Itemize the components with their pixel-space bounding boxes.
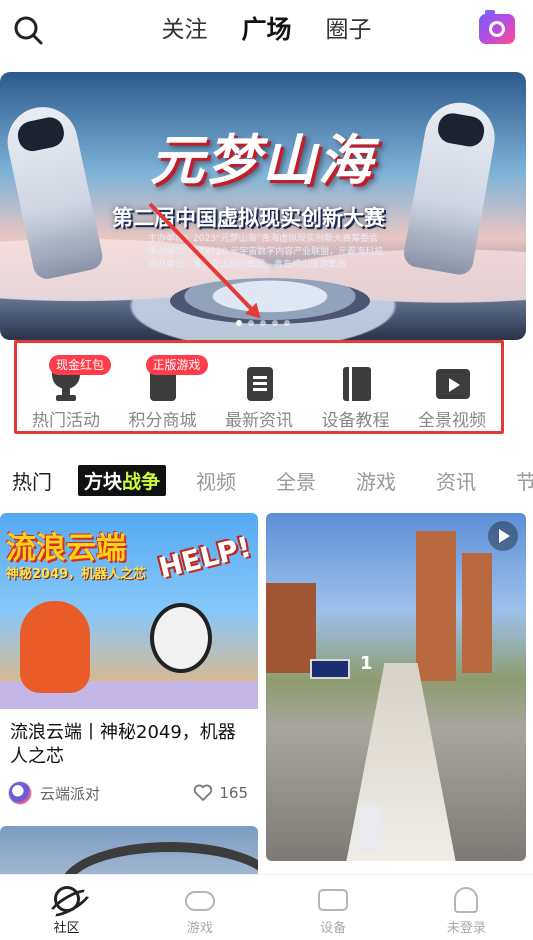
score-text: 1: [360, 653, 373, 674]
like-count: 165: [219, 784, 248, 802]
shortcut-device-tutorial[interactable]: 设备教程: [309, 343, 403, 431]
vr-device-icon: [317, 885, 349, 915]
organizer-line: 承办单位：878720 元宇宙数字内容产业联盟，元霸海科技: [148, 247, 384, 257]
nav-account[interactable]: 未登录: [400, 875, 533, 940]
nav-label: 社区: [53, 921, 80, 936]
astronaut-visor: [435, 111, 487, 149]
help-sign: HELP!: [155, 530, 255, 585]
category-video[interactable]: 视频: [176, 466, 256, 495]
shortcut-hot-events[interactable]: 现金红包 热门活动: [19, 343, 113, 431]
nav-games[interactable]: 游戏: [133, 875, 266, 940]
thumb-building: [416, 531, 456, 681]
avatar[interactable]: [8, 781, 32, 805]
organizer-line: 协办单位：青海花山科创集团，青岛崂山旅游集团: [148, 260, 347, 270]
news-doc-icon: [239, 363, 279, 401]
play-icon[interactable]: [488, 521, 518, 551]
thumb-building: [266, 583, 316, 673]
cash-redpacket-badge: 现金红包: [49, 355, 112, 375]
category-panorama[interactable]: 全景: [256, 466, 336, 495]
author-name[interactable]: 云端派对: [40, 783, 193, 804]
tab-square[interactable]: 广场: [241, 12, 291, 48]
shortcut-points-mall[interactable]: 正版游戏 积分商城: [116, 343, 210, 431]
category-games[interactable]: 游戏: [336, 466, 416, 495]
block-war-logo: 方块战争: [78, 464, 167, 496]
card-thumbnail: 1: [266, 513, 526, 861]
thumb-subtitle: 神秘2049，机器人之芯: [6, 567, 147, 582]
camera-icon[interactable]: [479, 10, 515, 44]
shortcut-label: 设备教程: [321, 411, 390, 431]
brand-part1: 方块: [84, 470, 123, 493]
category-rhythm[interactable]: 节奏: [496, 466, 533, 495]
vr-controller: [356, 803, 382, 853]
category-news[interactable]: 资讯: [416, 466, 496, 495]
feed-card[interactable]: 流浪云端 神秘2049，机器人之芯 HELP! 流浪云端丨神秘2049，机器人之…: [0, 513, 258, 813]
category-block-war[interactable]: 方块战争: [68, 464, 176, 496]
genuine-games-badge: 正版游戏: [145, 355, 208, 375]
banner-title: 元梦山海: [150, 129, 374, 192]
tab-circles[interactable]: 圈子: [326, 12, 372, 48]
thumb-building: [462, 553, 492, 673]
pagination-dot[interactable]: [260, 320, 266, 326]
shortcut-label: 最新资讯: [225, 411, 293, 431]
heart-icon[interactable]: [193, 784, 213, 802]
card-title: 流浪云端丨神秘2049，机器人之芯: [10, 722, 236, 767]
shortcut-latest-news[interactable]: 最新资讯: [212, 343, 306, 431]
gamepad-icon: [184, 885, 216, 915]
astronaut-visor: [15, 114, 67, 154]
brand-part2: 战争: [122, 470, 161, 493]
scoreboard: [310, 659, 350, 679]
card-thumbnail: 流浪云端 神秘2049，机器人之芯 HELP!: [0, 513, 258, 709]
shortcut-label: 全景视频: [418, 411, 486, 431]
category-hot[interactable]: 热门: [0, 466, 68, 495]
shortcut-row: 现金红包 热门活动 正版游戏 积分商城 最新资讯 设备教程 全景视频: [14, 340, 504, 434]
shortcut-label: 积分商城: [128, 411, 197, 431]
thumb-title: 流浪云端: [6, 531, 126, 566]
nav-label: 未登录: [446, 921, 486, 936]
nav-label: 设备: [320, 921, 347, 936]
pagination-dot[interactable]: [272, 320, 278, 326]
panda-character: [150, 603, 212, 673]
card-meta: 云端派对 165: [8, 781, 248, 805]
planet-icon: [51, 885, 83, 915]
top-tabs: 关注 广场 圈子: [0, 12, 533, 48]
nav-label: 游戏: [186, 921, 213, 936]
banner-arena: [170, 278, 370, 324]
pagination-dot[interactable]: [284, 320, 290, 326]
bottom-nav: 社区 游戏 设备 未登录: [0, 874, 533, 940]
nav-community[interactable]: 社区: [0, 875, 133, 940]
feed-card[interactable]: 1: [266, 513, 526, 861]
video-play-icon: [432, 363, 472, 399]
tab-following[interactable]: 关注: [161, 12, 207, 48]
shortcut-label: 热门活动: [32, 411, 100, 431]
nav-devices[interactable]: 设备: [267, 875, 400, 940]
hero-banner[interactable]: 元梦山海 第二届中国虚拟现实创新大赛 主办单位：2023“元梦山海”青海虚拟现实…: [0, 72, 526, 340]
pagination-dot[interactable]: [236, 320, 242, 326]
duck-character: [20, 601, 90, 693]
top-nav: 关注 广场 圈子: [0, 0, 533, 62]
user-ghost-icon: [450, 885, 482, 915]
camera-lens: [489, 21, 505, 37]
pagination-dot[interactable]: [248, 320, 254, 326]
category-tabs: 热门 方块战争 视频 全景 游戏 资讯 节奏: [0, 460, 533, 500]
book-icon: [336, 363, 376, 401]
banner-pagination: [0, 320, 526, 326]
shortcut-panorama-video[interactable]: 全景视频: [405, 343, 499, 431]
camera-bump: [485, 10, 495, 16]
